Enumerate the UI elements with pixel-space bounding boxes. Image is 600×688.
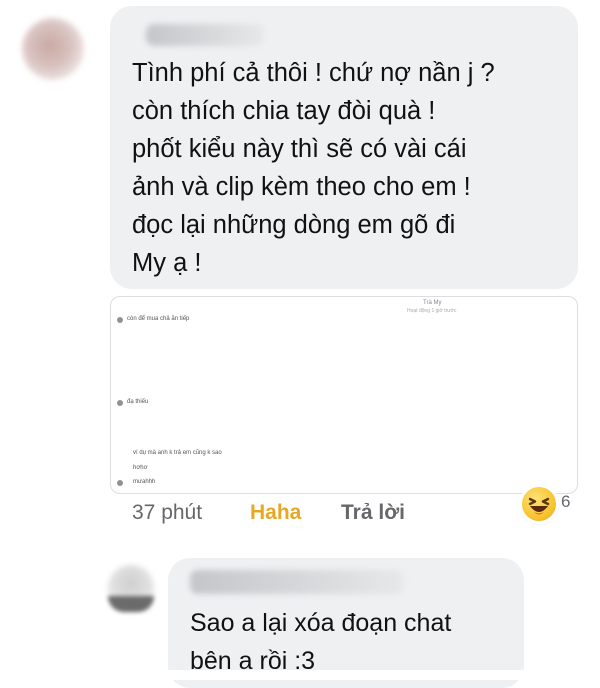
- commenter-avatar-shadow: [108, 596, 154, 612]
- attachment-message: mưahhh: [133, 479, 156, 485]
- attachment-avatar-icon: [117, 400, 123, 406]
- attachment-chat-title: Trà My: [423, 300, 442, 306]
- haha-emoji-icon: [522, 487, 556, 521]
- comment-text: Tình phí cả thôi ! chứ nợ nần j ? còn th…: [132, 59, 495, 277]
- commenter-avatar[interactable]: [22, 18, 84, 80]
- bottom-edge: [0, 670, 600, 680]
- attachment-avatar-icon: [117, 317, 123, 323]
- attached-chat-screenshot[interactable]: Trà My Hoạt động 1 giờ trước còn để mua …: [110, 296, 578, 494]
- commenter-name-blurred[interactable]: [190, 570, 404, 594]
- comment-text: Sao a lại xóa đoạn chat bên a rồi :3: [190, 609, 452, 675]
- comment-timestamp[interactable]: 37 phút: [132, 500, 202, 526]
- attachment-avatar-icon: [117, 480, 123, 486]
- reply-button[interactable]: Trả lời: [341, 500, 405, 526]
- reaction-count: 6: [561, 492, 571, 511]
- attachment-message: hơhơ: [133, 465, 148, 471]
- attachment-chat-status: Hoạt động 1 giờ trước: [407, 308, 457, 314]
- attachment-message: ví dụ mà anh k trả em cũng k sao: [133, 450, 222, 456]
- commenter-name-blurred[interactable]: [146, 24, 264, 46]
- haha-reaction-button[interactable]: Haha: [250, 500, 301, 526]
- attachment-message: đạ thiếu: [127, 399, 149, 405]
- attachment-message: còn để mua chả ăn tiếp: [127, 316, 190, 322]
- reaction-summary[interactable]: 6: [522, 486, 578, 521]
